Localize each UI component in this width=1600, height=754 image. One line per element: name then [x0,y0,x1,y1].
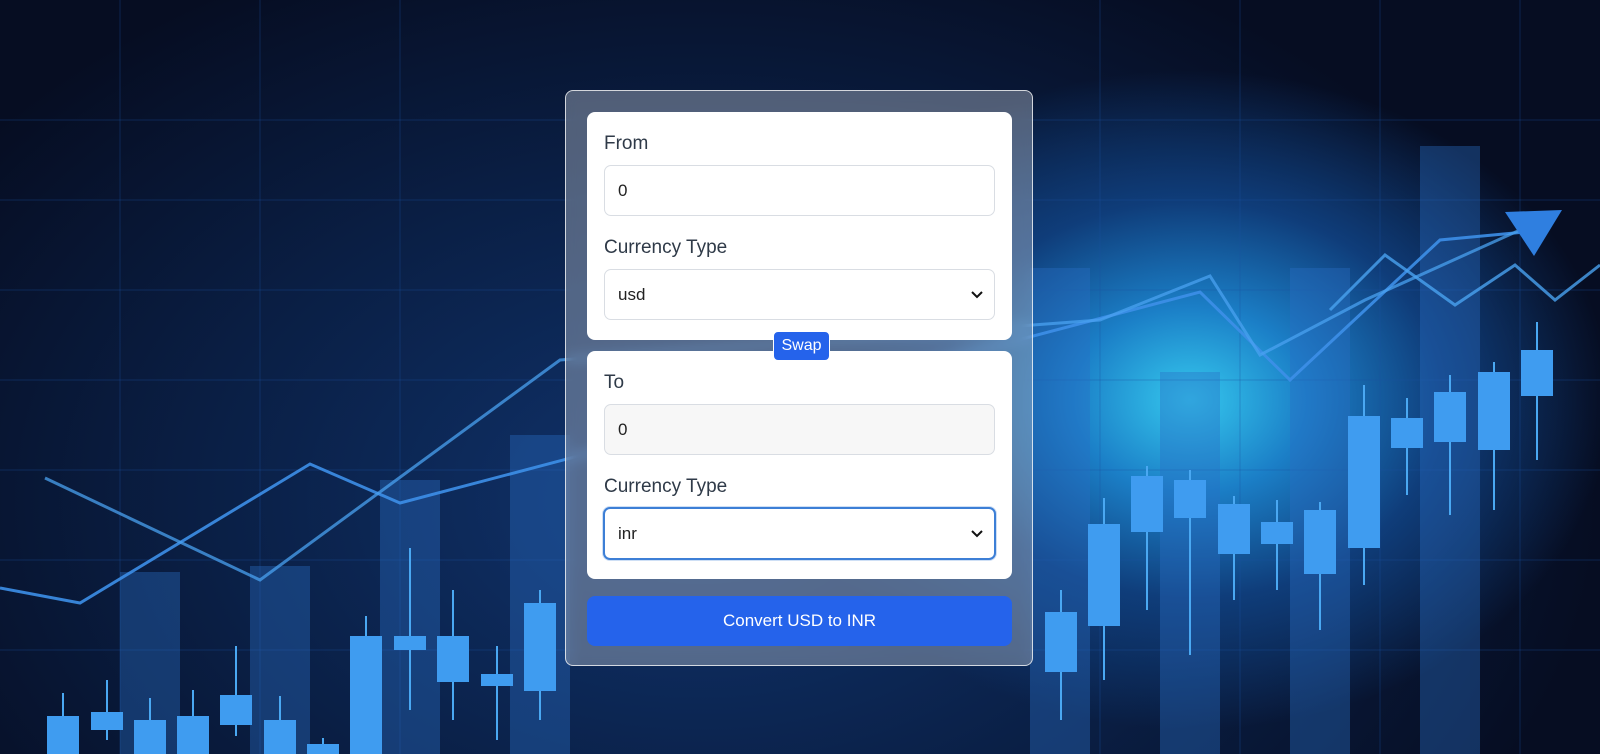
to-amount-input[interactable]: 0 [604,404,995,455]
to-panel: To 0 Currency Type inr [587,351,1012,579]
from-label: From [604,133,649,154]
from-currency-value: usd [618,284,646,304]
swap-button[interactable]: Swap [773,331,830,361]
from-panel: From 0 Currency Type usd [587,112,1012,340]
from-currency-label: Currency Type [604,237,728,258]
chevron-down-icon [970,527,984,541]
chevron-down-icon [970,288,984,302]
convert-button[interactable]: Convert USD to INR [587,596,1012,646]
to-label: To [604,372,625,393]
to-currency-value: inr [618,523,637,543]
from-amount-value: 0 [618,180,628,200]
from-amount-input[interactable]: 0 [604,165,995,216]
background-stage: From 0 Currency Type usd To 0 Currency T… [0,0,1600,754]
to-currency-label: Currency Type [604,476,728,497]
to-amount-value: 0 [618,419,628,439]
to-currency-select[interactable]: inr [603,507,996,560]
converter-card: From 0 Currency Type usd To 0 Currency T… [565,90,1033,666]
from-currency-select[interactable]: usd [604,269,995,320]
